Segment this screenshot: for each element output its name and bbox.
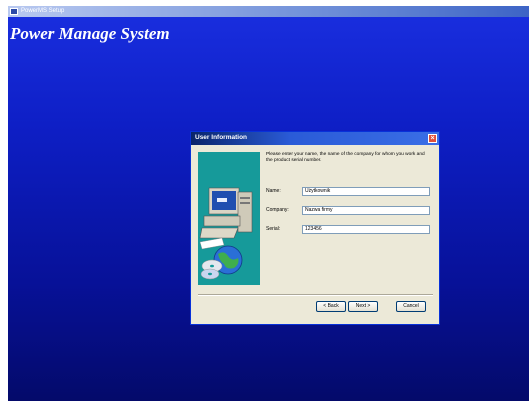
company-field[interactable]: Nazwa firmy [302,206,430,215]
serial-label: Serial: [266,226,281,232]
back-button[interactable]: < Back [316,301,346,312]
dialog-title: User Information [195,134,248,141]
name-field[interactable]: Użytkownik [302,187,430,196]
setup-screen: PowerMS Setup Power Manage System User I… [8,6,529,401]
setup-illustration [199,187,253,280]
dialog-titlebar: User Information × [191,132,439,145]
name-label: Name: [266,188,281,194]
window-title: PowerMS Setup [21,8,65,14]
button-separator [198,294,433,296]
next-button[interactable]: Next > [348,301,378,312]
computer-with-globe-and-cds-icon [198,152,260,285]
company-label: Company: [266,207,289,213]
setup-app-icon [10,8,18,15]
window-titlebar: PowerMS Setup [8,6,529,17]
serial-field[interactable]: 123456 [302,225,430,234]
user-information-dialog: User Information × Please enter your nam… [190,131,440,325]
cancel-button[interactable]: Cancel [396,301,426,312]
dialog-description: Please enter your name, the name of the … [266,152,425,163]
close-button[interactable]: × [428,134,437,143]
app-title: Power Manage System [10,24,170,43]
